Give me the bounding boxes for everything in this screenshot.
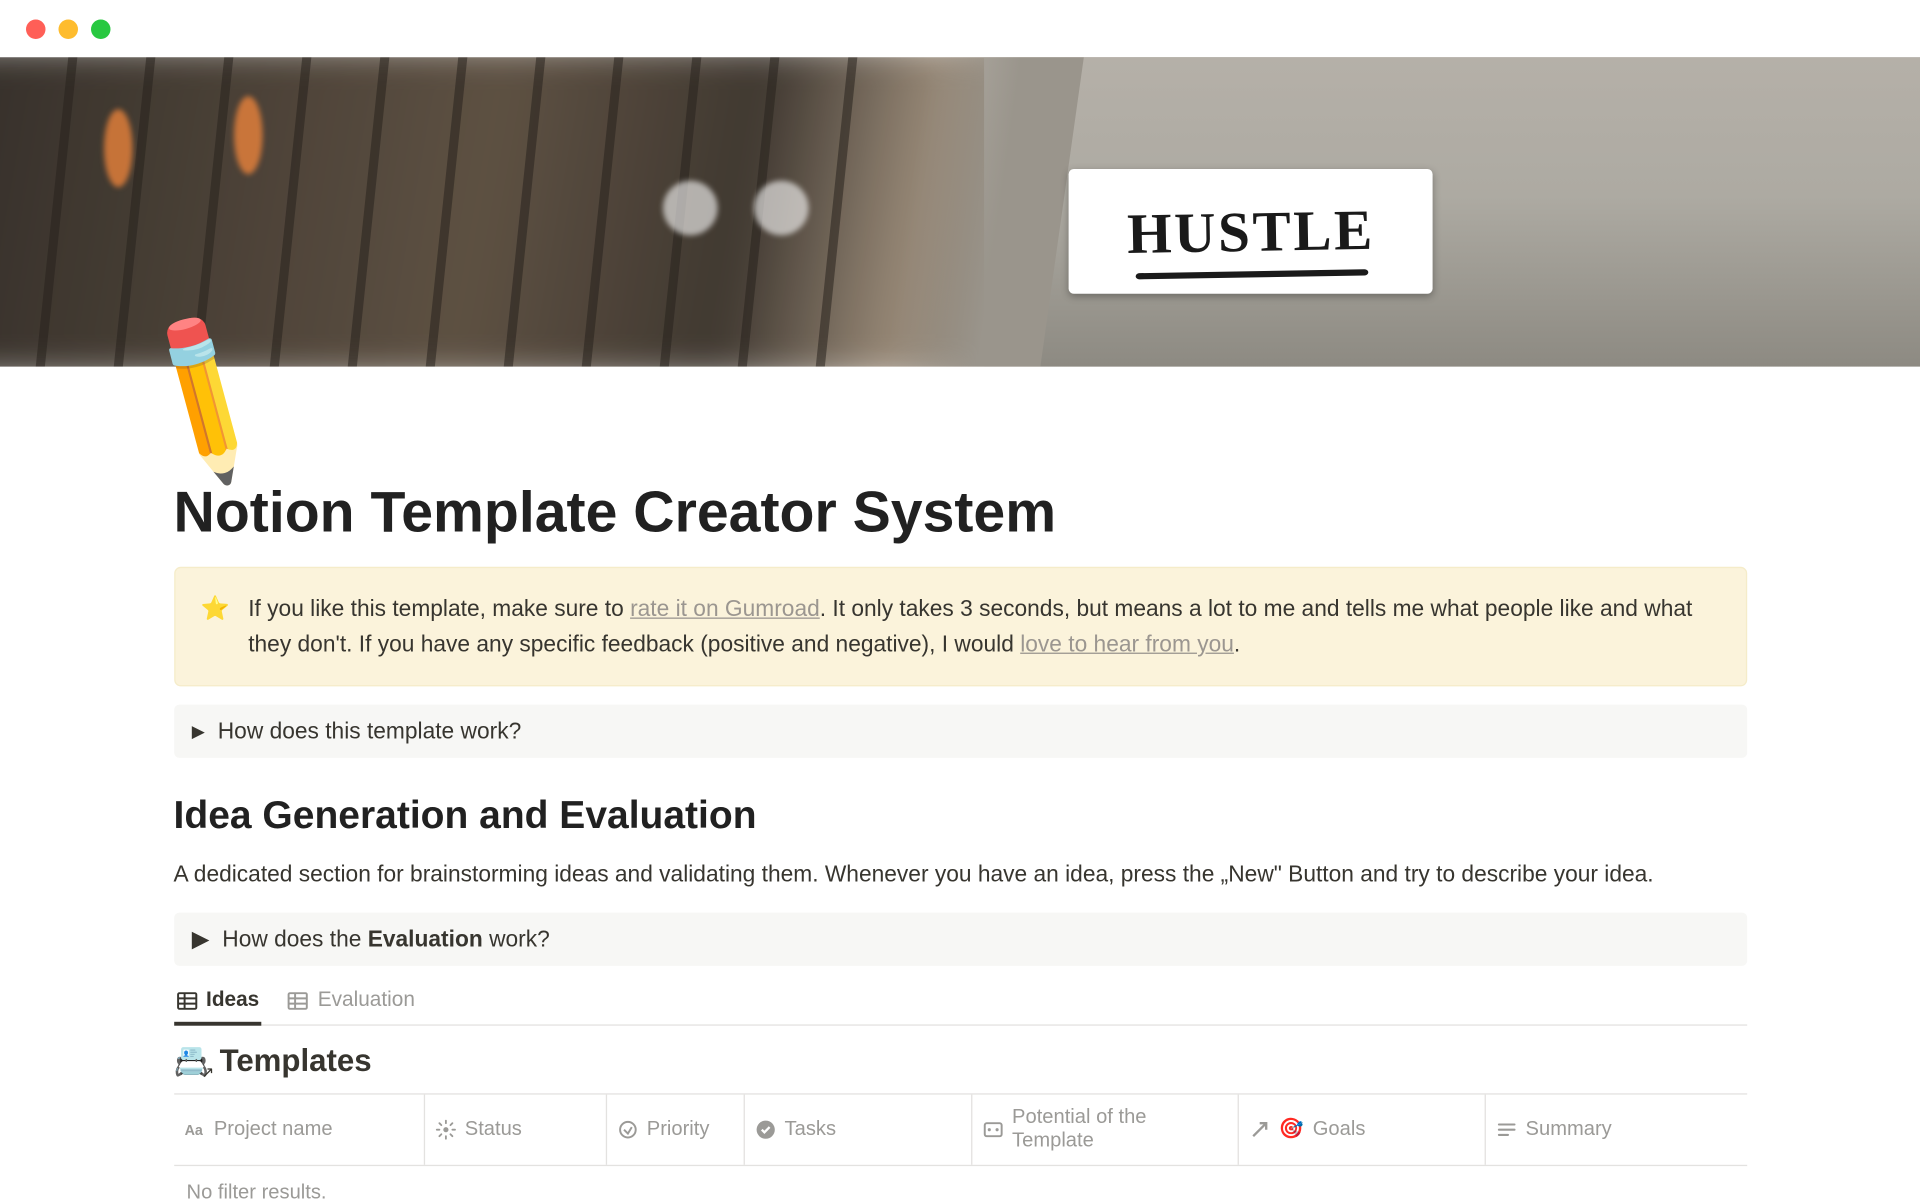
column-tasks[interactable]: Tasks (744, 1094, 971, 1164)
tab-label: Evaluation (318, 989, 415, 1012)
table-icon (288, 990, 309, 1011)
select-icon (617, 1119, 638, 1140)
svg-text:Aa: Aa (184, 1122, 203, 1138)
database-title: Templates (220, 1043, 372, 1079)
column-goals[interactable]: 🎯 Goals (1238, 1094, 1485, 1164)
checkbox-icon (755, 1119, 776, 1140)
toggle-label: How does this template work? (218, 718, 521, 745)
empty-results-row: No filter results. (174, 1165, 1747, 1200)
page-title[interactable]: Notion Template Creator System (174, 481, 1747, 546)
star-icon: ⭐ (201, 592, 230, 663)
tab-evaluation[interactable]: Evaluation (285, 981, 417, 1024)
window-maximize-button[interactable] (91, 19, 110, 39)
feedback-link[interactable]: love to hear from you (1020, 631, 1234, 657)
database-title-row[interactable]: 📇↗ Templates (174, 1043, 1747, 1079)
status-icon (435, 1119, 456, 1140)
toggle-triangle-icon: ▶ (192, 721, 205, 742)
goals-emoji: 🎯 (1279, 1117, 1304, 1142)
tab-label: Ideas (206, 989, 259, 1012)
link-arrow-icon: ↗ (201, 1063, 214, 1081)
relation-icon (1249, 1119, 1270, 1140)
database-tabs: Ideas Evaluation (174, 981, 1747, 1025)
text-icon (1496, 1119, 1517, 1140)
formula-icon (982, 1119, 1003, 1140)
toggle-triangle-icon: ▶ (192, 925, 210, 952)
section-body[interactable]: A dedicated section for brainstorming id… (174, 857, 1747, 891)
cover-sticker-text: HUSTLE (1126, 196, 1375, 267)
column-status[interactable]: Status (424, 1094, 606, 1164)
section-heading[interactable]: Idea Generation and Evaluation (174, 795, 1747, 839)
rate-gumroad-link[interactable]: rate it on Gumroad (630, 595, 820, 621)
cover-sticker: HUSTLE (1069, 169, 1433, 294)
toggle-how-template[interactable]: ▶ How does this template work? (174, 705, 1747, 758)
toggle-how-evaluation[interactable]: ▶ How does the Evaluation work? (174, 912, 1747, 965)
database-icon: 📇↗ (174, 1045, 210, 1079)
column-potential[interactable]: Potential of the Template (972, 1094, 1239, 1164)
callout-text: If you like this template, make sure to … (248, 592, 1719, 663)
title-icon: Aa (184, 1119, 205, 1140)
window-titlebar (0, 0, 1920, 57)
window-close-button[interactable] (26, 19, 46, 39)
column-priority[interactable]: Priority (606, 1094, 744, 1164)
callout-block: ⭐ If you like this template, make sure t… (174, 567, 1747, 687)
window-minimize-button[interactable] (58, 19, 78, 39)
table-icon (176, 990, 197, 1011)
column-summary[interactable]: Summary (1485, 1094, 1746, 1164)
tab-ideas[interactable]: Ideas (174, 981, 262, 1024)
cover-image[interactable]: HUSTLE (0, 57, 1920, 366)
column-project-name[interactable]: Aa Project name (174, 1094, 425, 1164)
database-header-row: Aa Project name Status Priority Tasks Po… (174, 1093, 1747, 1166)
